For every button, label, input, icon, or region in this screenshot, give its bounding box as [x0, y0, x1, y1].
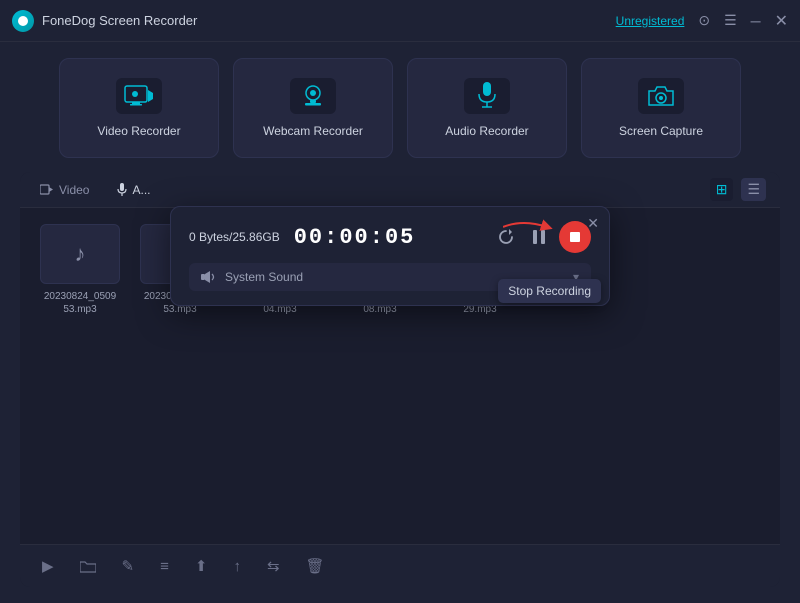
title-bar-actions: Unregistered ⊙ ☰ ─ ✕ [616, 11, 788, 31]
minimize-icon[interactable]: ─ [751, 13, 761, 29]
video-recorder-tile[interactable]: Video Recorder [59, 58, 219, 158]
file-name: 20230824_050953.mp3 [44, 290, 116, 316]
popup-row: 0 Bytes/25.86GB 00:00:05 [189, 221, 591, 253]
tab-audio-label: A... [132, 183, 150, 197]
screen-capture-icon-box [638, 78, 684, 114]
tab-view-controls: ⊞ ☰ [710, 178, 766, 201]
video-recorder-label: Video Recorder [97, 124, 180, 138]
share-button[interactable]: ↑ [229, 554, 245, 579]
bottom-panel: Video A... ⊞ ☰ ♪ 20230824_0509 [20, 172, 780, 587]
list-item[interactable]: ♪ 20230824_050953.mp3 [40, 224, 120, 316]
play-button[interactable]: ▶ [38, 553, 58, 579]
storage-info: 0 Bytes/25.86GB [189, 230, 280, 244]
audio-tab-icon [117, 183, 127, 197]
audio-recorder-icon-box [464, 78, 510, 114]
stop-recording-button[interactable] [559, 221, 591, 253]
close-icon[interactable]: ✕ [775, 11, 788, 31]
unregistered-link[interactable]: Unregistered [616, 14, 685, 28]
screen-capture-label: Screen Capture [619, 124, 703, 138]
recorder-tiles: Video Recorder Webcam Recorder [20, 58, 780, 158]
circle-icon[interactable]: ⊙ [698, 12, 710, 29]
monitor-icon [124, 85, 154, 107]
transfer-button[interactable]: ⇆ [263, 553, 284, 579]
screen-capture-tile[interactable]: Screen Capture [581, 58, 741, 158]
audio-recorder-label: Audio Recorder [445, 124, 528, 138]
recording-popup: ✕ 0 Bytes/25.86GB 00:00:05 [170, 206, 610, 306]
main-content: Video Recorder Webcam Recorder [0, 42, 800, 603]
list-button[interactable]: ≡ [156, 554, 173, 579]
stop-recording-tooltip: Stop Recording [498, 279, 601, 303]
camera-icon [646, 83, 676, 109]
video-recorder-icon-box [116, 78, 162, 114]
folder-button[interactable] [76, 556, 100, 577]
title-bar: FoneDog Screen Recorder Unregistered ⊙ ☰… [0, 0, 800, 42]
tab-video[interactable]: Video [34, 179, 95, 201]
arrow-indicator [503, 217, 553, 237]
app-title: FoneDog Screen Recorder [42, 13, 616, 28]
stop-icon [569, 231, 581, 243]
speaker-icon [201, 270, 217, 284]
grid-view-button[interactable]: ⊞ [710, 178, 734, 201]
mic-icon [476, 81, 498, 111]
music-note-icon: ♪ [75, 241, 86, 267]
tab-bar: Video A... ⊞ ☰ [20, 172, 780, 208]
list-view-button[interactable]: ☰ [741, 178, 766, 201]
webcam-icon [298, 83, 328, 109]
tab-video-label: Video [59, 183, 89, 197]
video-tab-icon [40, 184, 54, 195]
system-sound-icon [201, 270, 217, 284]
arrow-icon [503, 217, 553, 237]
recording-timer: 00:00:05 [294, 225, 416, 250]
webcam-recorder-tile[interactable]: Webcam Recorder [233, 58, 393, 158]
delete-button[interactable]: 🗑 [302, 553, 329, 579]
app-logo [12, 10, 34, 32]
edit-button[interactable]: ✎ [118, 553, 139, 579]
menu-icon[interactable]: ☰ [724, 12, 737, 29]
file-thumbnail: ♪ [40, 224, 120, 284]
audio-recorder-tile[interactable]: Audio Recorder [407, 58, 567, 158]
folder-icon [80, 560, 96, 573]
upload-button[interactable]: ⬆ [191, 553, 212, 579]
recording-controls: Stop Recording [493, 221, 591, 253]
webcam-recorder-label: Webcam Recorder [263, 124, 363, 138]
bottom-toolbar: ▶ ✎ ≡ ⬆ ↑ ⇆ 🗑 [20, 544, 780, 587]
webcam-recorder-icon-box [290, 78, 336, 114]
tab-audio[interactable]: A... [111, 179, 156, 201]
